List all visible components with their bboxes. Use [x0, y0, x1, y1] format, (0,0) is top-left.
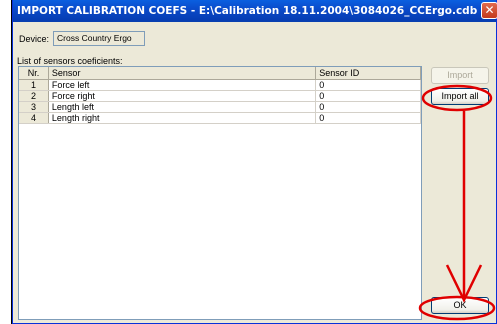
row-sensor: Length left: [49, 102, 317, 112]
title-bar[interactable]: IMPORT CALIBRATION COEFS - E:\Calibratio…: [13, 0, 497, 22]
table-row[interactable]: 1 Force left 0: [19, 80, 421, 91]
row-sensor-id: 0: [316, 102, 421, 112]
sensor-list-label: List of sensors coeficients:: [17, 56, 123, 66]
row-nr: 2: [19, 91, 49, 101]
row-sensor-id: 0: [316, 80, 421, 90]
table-header: Nr. Sensor Sensor ID: [19, 67, 421, 80]
table-row[interactable]: 4 Length right 0: [19, 113, 421, 124]
sensor-table[interactable]: Nr. Sensor Sensor ID 1 Force left 0 2 Fo…: [18, 66, 422, 320]
column-header-sensor-id[interactable]: Sensor ID: [316, 67, 421, 79]
column-header-sensor[interactable]: Sensor: [49, 67, 317, 79]
row-nr: 1: [19, 80, 49, 90]
close-icon[interactable]: ✕: [481, 2, 497, 19]
row-sensor: Force left: [49, 80, 317, 90]
import-button[interactable]: Import: [431, 67, 489, 84]
row-nr: 4: [19, 113, 49, 123]
device-row: Device: Cross Country Ergo: [19, 31, 146, 46]
import-calibration-dialog: IMPORT CALIBRATION COEFS - E:\Calibratio…: [12, 0, 497, 324]
row-sensor-id: 0: [316, 113, 421, 123]
row-nr: 3: [19, 102, 49, 112]
table-row[interactable]: 2 Force right 0: [19, 91, 421, 102]
device-label: Device:: [19, 33, 50, 44]
row-sensor: Force right: [49, 91, 317, 101]
row-sensor-id: 0: [316, 91, 421, 101]
row-sensor: Length right: [49, 113, 317, 123]
column-header-nr[interactable]: Nr.: [19, 67, 49, 79]
device-field: Cross Country Ergo: [53, 31, 146, 46]
table-row[interactable]: 3 Length left 0: [19, 102, 421, 113]
ok-button[interactable]: OK: [431, 297, 489, 314]
import-all-button[interactable]: Import all: [431, 88, 489, 105]
window-title: IMPORT CALIBRATION COEFS - E:\Calibratio…: [17, 5, 478, 17]
